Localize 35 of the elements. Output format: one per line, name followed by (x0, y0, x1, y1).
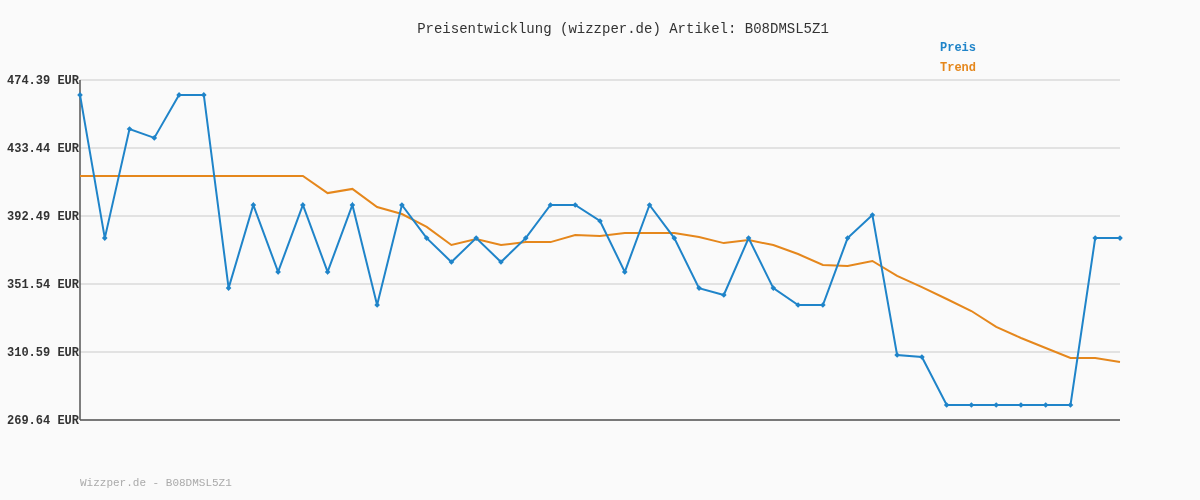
legend-label: Preis (940, 41, 976, 55)
point (250, 202, 257, 208)
point (473, 235, 480, 241)
point (894, 352, 900, 358)
point (1067, 402, 1074, 408)
point (671, 235, 678, 241)
point (151, 135, 158, 141)
point (770, 285, 777, 291)
point (101, 235, 108, 241)
footer-text: Wizzper.de - B08DMSL5Z1 (80, 477, 232, 489)
y-axis-label: 310.59 EUR (7, 346, 79, 360)
y-axis-label: 433.44 EUR (7, 142, 79, 156)
point (423, 235, 430, 241)
point (349, 202, 356, 208)
point (547, 202, 554, 208)
point (522, 235, 529, 241)
point (126, 126, 133, 132)
point (844, 235, 851, 241)
point (720, 292, 727, 298)
chart-title: Preisentwicklung (wizzper.de) Artikel: B08DMSL5Z1 (417, 21, 829, 37)
point (968, 402, 975, 408)
point (646, 202, 653, 208)
point (745, 235, 752, 241)
legend-label: Trend (940, 61, 976, 75)
point (225, 285, 232, 291)
point (572, 202, 579, 208)
point (621, 269, 628, 275)
y-axis-label: 474.39 EUR (7, 74, 79, 88)
y-axis-label: 392.49 EUR (7, 210, 79, 224)
y-axis-label: 351.54 EUR (7, 278, 79, 292)
point (943, 402, 950, 408)
y-axis-label: 269.64 EUR (7, 414, 79, 428)
point (869, 212, 876, 218)
point (448, 259, 455, 265)
point (324, 269, 331, 275)
